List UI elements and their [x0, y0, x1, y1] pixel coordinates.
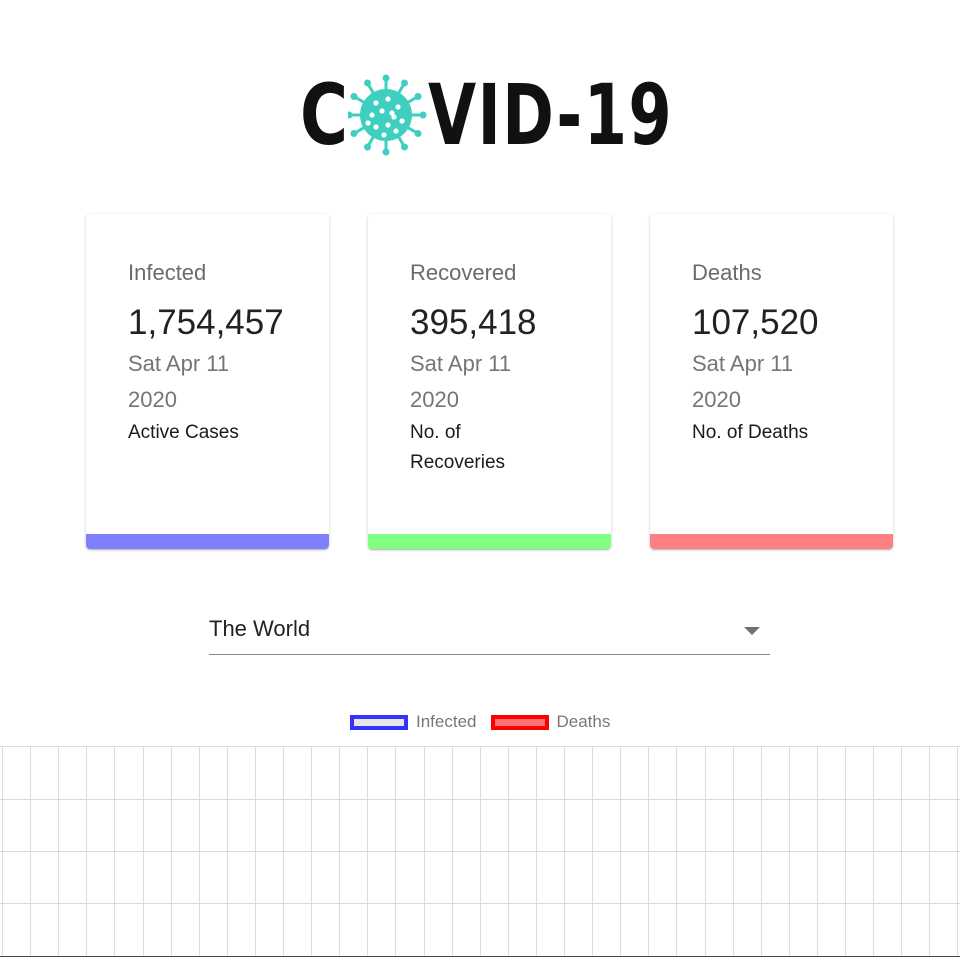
- legend-label-deaths: Deaths: [556, 712, 611, 731]
- virus-spike-tip: [401, 79, 408, 87]
- card-date: Sat Apr 11 2020: [410, 351, 512, 412]
- country-select[interactable]: The World: [209, 610, 770, 655]
- card-label: Infected: [128, 260, 207, 285]
- virus-spike-tip: [364, 143, 371, 151]
- virus-dot: [399, 118, 405, 124]
- virus-dot: [381, 132, 387, 138]
- card-description: No. of Recoveries: [410, 422, 506, 473]
- virus-icon: [345, 72, 428, 158]
- card-color-bar: [650, 534, 893, 549]
- virus-spike-tip: [414, 130, 422, 137]
- virus-dot: [373, 124, 379, 130]
- legend-label-infected: Infected: [416, 712, 477, 731]
- card-description: Active Cases: [128, 422, 239, 443]
- virus-spike-tip: [364, 79, 371, 87]
- line-chart: [0, 746, 960, 957]
- virus-dot: [379, 108, 385, 114]
- legend-swatch-deaths: [490, 714, 549, 730]
- page: C VID-19 Infected 1,754,457 Sat Apr 11 2…: [0, 0, 960, 961]
- virus-dot: [385, 122, 391, 128]
- deaths-card: Deaths 107,520 Sat Apr 11 2020 No. of De…: [650, 214, 893, 549]
- virus-dot: [369, 112, 375, 118]
- virus-spike-tip: [401, 143, 408, 151]
- virus-spike-tip: [414, 93, 422, 100]
- legend-item-deaths[interactable]: Deaths: [490, 712, 611, 732]
- virus-dot: [365, 120, 371, 126]
- virus-dot: [395, 104, 401, 110]
- virus-dot: [389, 110, 395, 116]
- logo-text: VID-19: [428, 66, 674, 164]
- virus-spike-tip: [382, 74, 390, 82]
- card-date: Sat Apr 11 2020: [128, 351, 230, 412]
- chart-legend: Infected Deaths: [350, 712, 624, 732]
- card-value: 107,520: [692, 303, 819, 342]
- virus-spike-tip: [419, 111, 427, 119]
- card-date: Sat Apr 11 2020: [692, 351, 794, 412]
- virus-dot: [393, 128, 399, 134]
- recovered-card: Recovered 395,418 Sat Apr 11 2020 No. of…: [368, 214, 611, 549]
- card-value: 1,754,457: [128, 303, 284, 342]
- country-select-value: The World: [209, 616, 311, 641]
- arrow-drop-down-icon[interactable]: [744, 627, 760, 635]
- virus-dot: [385, 96, 391, 102]
- logo-letter-c: C: [300, 66, 350, 164]
- virus-spike-tip: [382, 148, 390, 156]
- virus-spike-tip: [350, 93, 358, 100]
- card-label: Deaths: [692, 260, 762, 285]
- card-label: Recovered: [410, 260, 517, 285]
- virus-body: [360, 89, 412, 141]
- legend-swatch-infected: [350, 714, 408, 730]
- infected-card: Infected 1,754,457 Sat Apr 11 2020 Activ…: [86, 214, 329, 549]
- virus-dot: [373, 100, 379, 106]
- covid-19-logo: C VID-19: [300, 72, 680, 158]
- card-color-bar: [368, 534, 611, 549]
- card-description: No. of Deaths: [692, 422, 809, 443]
- card-value: 395,418: [410, 303, 537, 342]
- virus-spike-tip: [350, 130, 358, 137]
- card-color-bar: [86, 534, 329, 549]
- legend-item-infected[interactable]: Infected: [350, 712, 477, 732]
